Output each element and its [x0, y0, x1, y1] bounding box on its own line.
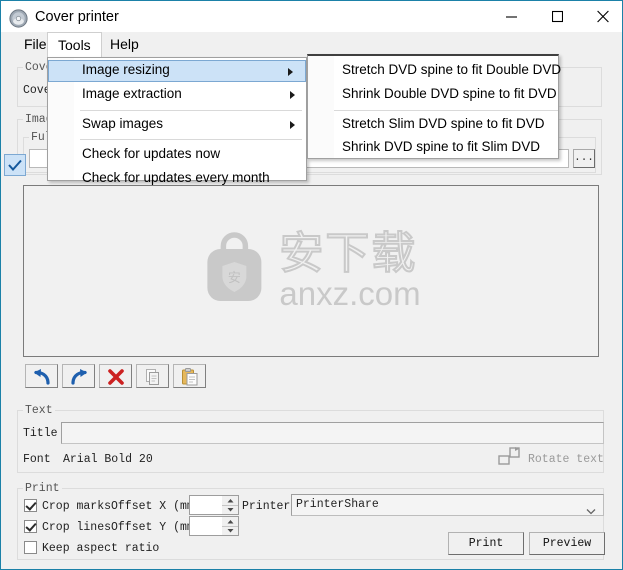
offset-y-label: Offset Y (mm) [111, 521, 201, 534]
chevron-down-icon [227, 508, 233, 512]
submenu-item-label: Shrink Double DVD spine to fit DVD [342, 86, 557, 101]
menu-item-check-updates-monthly[interactable]: Check for updates every month [49, 168, 307, 190]
submenu-arrow-icon [290, 91, 295, 99]
title-input[interactable] [61, 422, 604, 444]
menu-item-image-resizing[interactable]: Image resizing [48, 60, 306, 82]
copy-button[interactable] [136, 364, 169, 388]
menu-checked-indicator [4, 154, 26, 176]
maximize-icon[interactable] [534, 1, 580, 32]
disc-icon [9, 9, 28, 28]
checkmark-icon [8, 159, 22, 172]
red-x-icon [107, 369, 124, 385]
svg-text:安: 安 [228, 271, 241, 286]
redo-button[interactable] [62, 364, 95, 388]
paste-icon [181, 368, 197, 386]
menu-item-image-extraction[interactable]: Image extraction [49, 84, 307, 106]
crop-marks-checkbox[interactable] [24, 499, 37, 512]
offset-x-stepper[interactable] [222, 495, 239, 515]
image-resizing-submenu: Stretch DVD spine to fit Double DVD Shri… [307, 54, 562, 159]
menu-item-swap-images[interactable]: Swap images [49, 114, 307, 136]
menu-item-check-updates-now[interactable]: Check for updates now [49, 144, 307, 166]
close-icon[interactable] [580, 1, 622, 32]
menu-item-label: Check for updates every month [82, 170, 270, 185]
watermark-text: 安下载 anxz.com [278, 228, 421, 312]
printer-label: Printer [242, 500, 291, 513]
menu-item-label: Image resizing [82, 62, 170, 77]
menu-help[interactable]: Help [100, 32, 149, 57]
title-label: Title [23, 427, 58, 440]
font-value[interactable]: Arial Bold 20 [63, 453, 153, 466]
submenu-item-label: Stretch Slim DVD spine to fit DVD [342, 116, 545, 131]
menu-separator [80, 139, 302, 140]
tools-dropdown-menu: Image resizing Image extraction Swap ima… [47, 57, 307, 185]
rotate-text-icon [498, 446, 522, 471]
printer-select[interactable]: PrinterShare [291, 494, 604, 516]
cover-image-canvas[interactable]: 安 安下载 anxz.com [23, 185, 599, 357]
rotate-text-label[interactable]: Rotate text [528, 453, 604, 466]
minimize-icon[interactable] [488, 1, 534, 32]
watermark-cn-text: 安下载 [278, 228, 418, 279]
submenu-item-label: Shrink DVD spine to fit Slim DVD [342, 139, 541, 154]
chevron-down-icon [586, 502, 596, 520]
menu-tools[interactable]: Tools [47, 32, 102, 58]
menu-separator [80, 110, 302, 111]
menu-item-label: Check for updates now [82, 146, 221, 161]
preview-button[interactable]: Preview [529, 532, 605, 555]
submenu-item-label: Stretch DVD spine to fit Double DVD [342, 62, 562, 77]
full-browse-button[interactable]: ... [573, 149, 595, 168]
submenu-item-shrink-double-to-dvd[interactable]: Shrink Double DVD spine to fit DVD [309, 84, 558, 106]
print-group-label: Print [23, 482, 62, 495]
chevron-up-icon [227, 498, 233, 503]
submenu-item-stretch-dvd-to-double[interactable]: Stretch DVD spine to fit Double DVD [309, 60, 562, 82]
offset-y-stepper-down[interactable] [222, 527, 238, 536]
keep-aspect-ratio-checkbox[interactable] [24, 541, 37, 554]
shield-bag-icon: 安 [201, 231, 267, 311]
copy-icon [145, 369, 159, 385]
menu-item-label: Swap images [82, 116, 164, 131]
menu-item-label: Image extraction [82, 86, 182, 101]
offset-x-stepper-up[interactable] [222, 496, 238, 506]
watermark: 安 安下载 anxz.com [201, 228, 421, 312]
text-group-label: Text [23, 404, 55, 417]
watermark-url-text: anxz.com [279, 275, 421, 312]
offset-x-input[interactable] [189, 495, 223, 515]
offset-y-stepper-up[interactable] [222, 517, 238, 527]
application-window: Cover printer File Tools Help Cove Cove … [0, 0, 623, 570]
window-title: Cover printer [35, 9, 119, 25]
submenu-item-stretch-slim-to-dvd[interactable]: Stretch Slim DVD spine to fit DVD [309, 114, 558, 136]
font-label: Font [23, 453, 51, 466]
offset-x-stepper-down[interactable] [222, 506, 238, 515]
offset-y-input[interactable] [189, 516, 223, 536]
submenu-arrow-icon [290, 121, 295, 129]
chevron-down-icon [227, 529, 233, 533]
print-button[interactable]: Print [448, 532, 524, 555]
submenu-separator [334, 110, 558, 111]
printer-select-value: PrinterShare [296, 498, 379, 511]
offset-x-label: Offset X (mm) [111, 500, 201, 513]
submenu-item-shrink-dvd-to-slim[interactable]: Shrink DVD spine to fit Slim DVD [309, 137, 558, 159]
crop-marks-label[interactable]: Crop marks [42, 500, 111, 513]
undo-button[interactable] [25, 364, 58, 388]
chevron-up-icon [227, 519, 233, 524]
delete-button[interactable] [99, 364, 132, 388]
submenu-arrow-icon [288, 68, 293, 76]
paste-button[interactable] [173, 364, 206, 388]
crop-lines-checkbox[interactable] [24, 520, 37, 533]
keep-aspect-ratio-label[interactable]: Keep aspect ratio [42, 542, 159, 555]
redo-arrow-icon [71, 369, 87, 385]
undo-arrow-icon [34, 369, 50, 385]
crop-lines-label[interactable]: Crop lines [42, 521, 111, 534]
offset-y-stepper[interactable] [222, 516, 239, 536]
